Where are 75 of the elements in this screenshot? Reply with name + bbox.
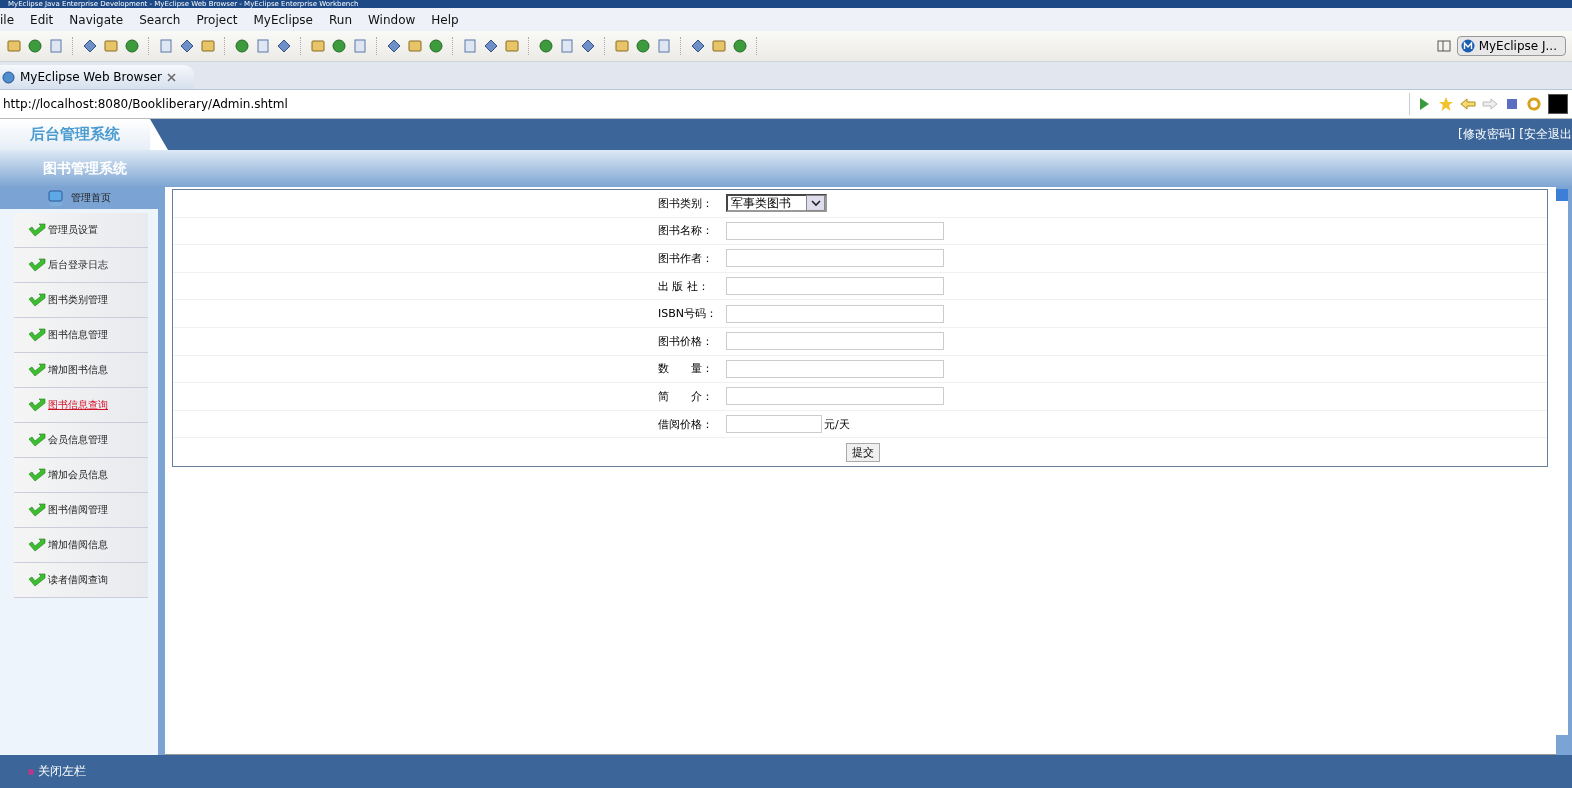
sidebar-link[interactable]: 图书信息查询 [48, 398, 108, 412]
input-field[interactable] [726, 415, 822, 434]
unit-label: 元/天 [824, 416, 850, 432]
computer-icon [47, 190, 65, 206]
input-field[interactable] [726, 332, 944, 351]
caret-icon [810, 199, 821, 207]
bullet-icon [28, 768, 34, 775]
close-icon[interactable] [167, 72, 176, 82]
input-field[interactable] [726, 249, 944, 268]
sidebar-link[interactable]: 增加会员信息 [48, 468, 108, 482]
forward-icon[interactable] [1482, 96, 1498, 112]
input-field[interactable] [726, 277, 944, 296]
header-link[interactable]: [安全退出 [1519, 126, 1572, 143]
menu-item[interactable]: Run [321, 12, 360, 27]
home-link[interactable]: 管理首页 [71, 191, 111, 205]
dark-panel [1548, 94, 1568, 114]
field-label: 数 量： [658, 361, 714, 377]
field-label: 出 版 社： [658, 278, 710, 294]
menu-item[interactable]: Search [131, 12, 189, 27]
category-dropdown[interactable]: 军事类图书 [726, 194, 827, 213]
sidebar-link[interactable]: 图书类别管理 [48, 293, 108, 307]
stop-icon[interactable] [1504, 96, 1520, 112]
sidebar-link[interactable]: 会员信息管理 [48, 433, 108, 447]
field-label: 图书作者： [658, 251, 714, 266]
field-label: 图书价格： [658, 333, 714, 349]
input-field[interactable] [726, 304, 944, 323]
header-link[interactable]: [修改密码] [1457, 126, 1516, 143]
input-field[interactable] [726, 221, 944, 240]
menu-item[interactable]: Navigate [61, 12, 132, 27]
menu-item[interactable]: Edit [22, 12, 62, 27]
field-label: 图书类别： [658, 195, 714, 211]
input-field[interactable] [726, 387, 944, 406]
input-field[interactable] [726, 359, 944, 378]
sidebar-link[interactable]: 增加图书信息 [48, 363, 108, 377]
toolbar-icon[interactable] [179, 38, 195, 54]
sidebar-link[interactable]: 管理员设置 [48, 223, 98, 237]
close-sidebar-link[interactable]: 关闭左栏 [38, 763, 86, 780]
toolbar-icon[interactable] [690, 38, 706, 54]
toolbar-icon[interactable] [580, 38, 596, 54]
field-label: 图书名称： [658, 223, 714, 239]
toolbar-icon[interactable] [428, 38, 444, 54]
scroll-thumb[interactable] [1556, 189, 1568, 201]
perspective-button[interactable]: MyEclipse J... [1456, 36, 1566, 56]
toolbar-icon[interactable] [386, 38, 402, 54]
globe-icon [2, 70, 15, 84]
sidebar-link[interactable]: 后台登录日志 [48, 258, 108, 272]
toolbar-icon[interactable] [635, 38, 651, 54]
editor-tab[interactable]: MyEclipse Web Browser [0, 65, 194, 89]
perspective-icon[interactable] [1435, 38, 1452, 54]
menu-item[interactable]: ile [0, 12, 23, 27]
toolbar-icon[interactable] [538, 38, 554, 54]
field-label: 借阅价格： [658, 416, 714, 432]
logo-icon [1460, 39, 1475, 53]
back-icon[interactable] [1460, 96, 1476, 112]
menu-item[interactable]: Help [423, 12, 467, 27]
field-label: 简 介： [658, 388, 714, 404]
sidebar-link[interactable]: 读者借阅查询 [48, 573, 108, 587]
system-title: 图书管理系统 [43, 159, 127, 178]
toolbar-icon[interactable] [483, 38, 499, 54]
toolbar-icon[interactable] [82, 38, 98, 54]
toolbar-icon[interactable] [276, 38, 292, 54]
sidebar-link[interactable]: 图书信息管理 [48, 328, 108, 342]
field-label: ISBN号码： [658, 306, 718, 322]
toolbar-icon[interactable] [124, 38, 140, 54]
toolbar-icon[interactable] [331, 38, 347, 54]
menu-item[interactable]: Window [360, 12, 424, 27]
sidebar-link[interactable]: 增加借阅信息 [48, 538, 108, 552]
toolbar-icon[interactable] [27, 38, 43, 54]
menu-item[interactable]: Project [188, 12, 246, 27]
star-icon[interactable] [1438, 96, 1454, 112]
menu-item[interactable]: MyEclipse [245, 12, 321, 27]
toolbar-icon[interactable] [732, 38, 748, 54]
toolbar-icon[interactable] [234, 38, 250, 54]
sidebar-link[interactable]: 图书借阅管理 [48, 503, 108, 517]
submit-button[interactable]: 提交 [846, 442, 880, 462]
